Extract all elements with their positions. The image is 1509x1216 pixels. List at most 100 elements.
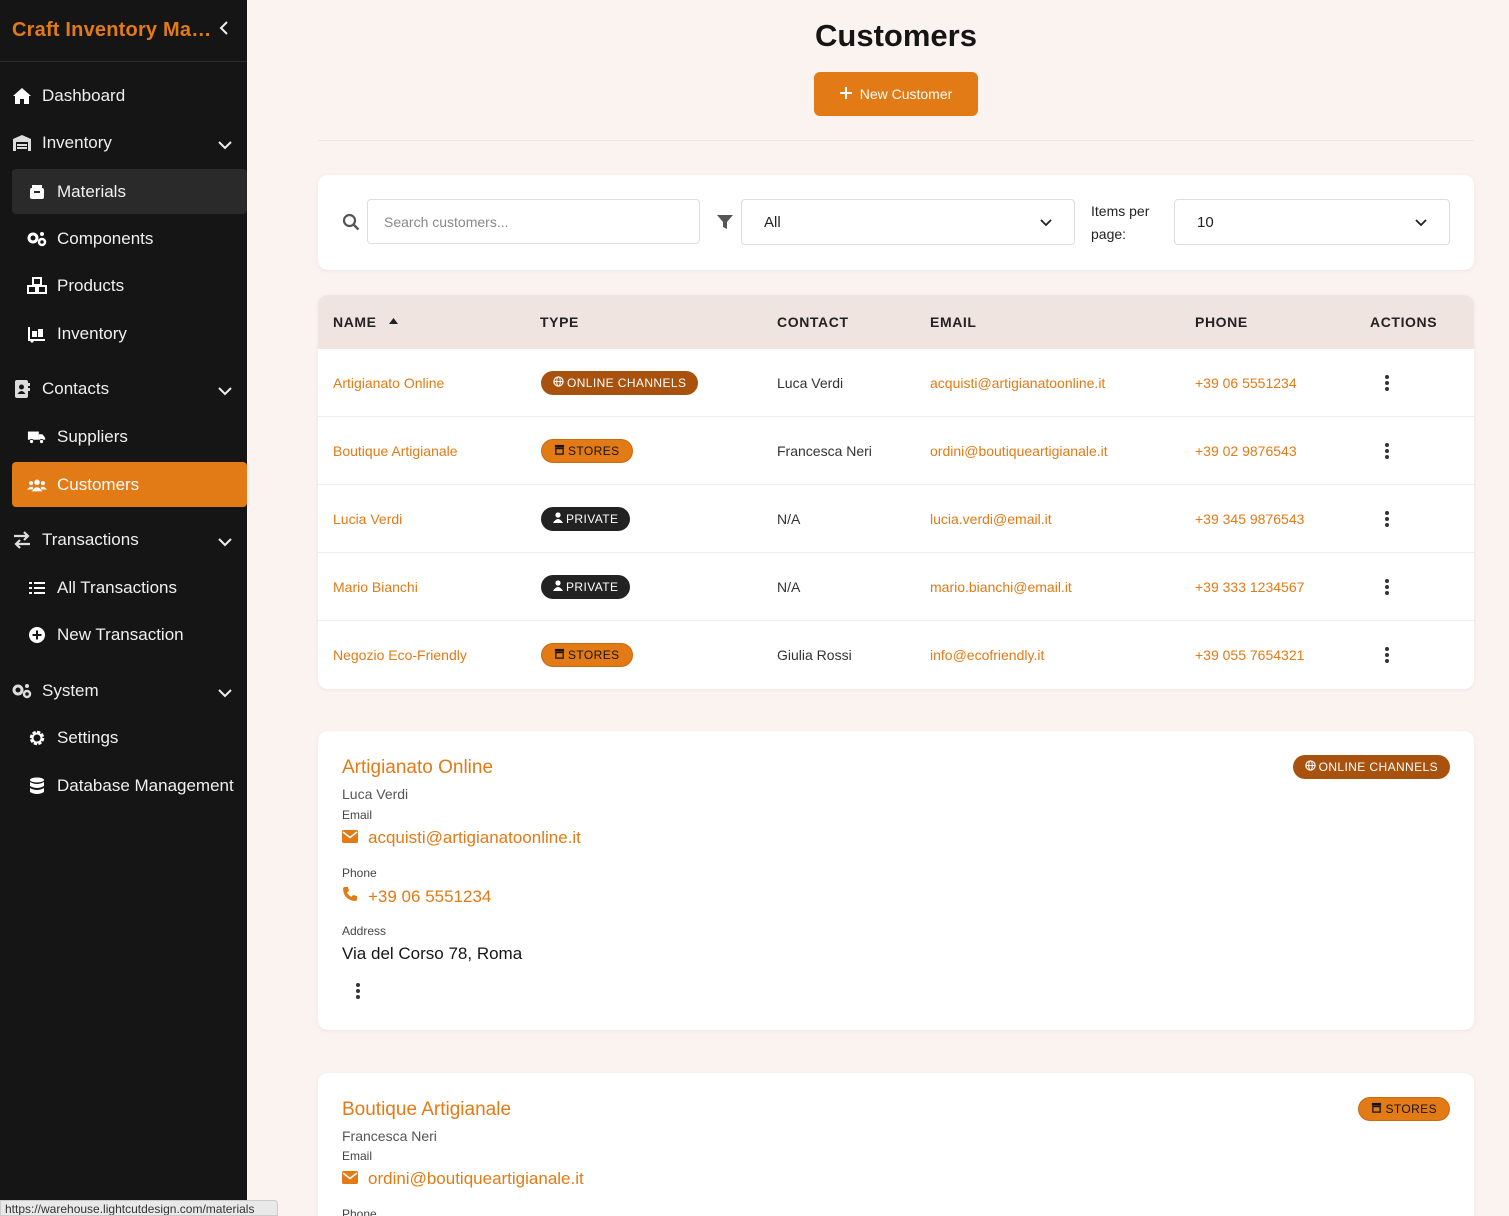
- sidebar-item-label: Components: [57, 228, 154, 248]
- contact-cell: Francesca Neri: [777, 443, 872, 459]
- user-icon: [553, 512, 563, 526]
- sidebar-item-label: Database Management: [57, 775, 234, 795]
- chevron-left-icon[interactable]: [219, 20, 229, 41]
- phone-label: Phone: [342, 866, 377, 880]
- card-email-link[interactable]: ordini@boutiqueartigianale.it: [368, 1169, 584, 1189]
- sidebar-item-label: Inventory: [57, 323, 127, 343]
- customer-name-link[interactable]: Mario Bianchi: [333, 579, 418, 595]
- header-contact[interactable]: CONTACT: [777, 314, 849, 330]
- more-vertical-icon[interactable]: [1383, 645, 1391, 665]
- status-url-tooltip: https://warehouse.lightcutdesign.com/mat…: [0, 1200, 278, 1216]
- header-type[interactable]: TYPE: [540, 314, 579, 330]
- type-badge-label: PRIVATE: [566, 512, 619, 526]
- sidebar: Craft Inventory Man... Dashboard Invento…: [0, 0, 247, 1216]
- sidebar-item-inventory[interactable]: Inventory: [12, 311, 247, 356]
- email-link[interactable]: ordini@boutiqueartigianale.it: [930, 443, 1108, 459]
- type-badge: ONLINE CHANNELS: [1292, 755, 1450, 779]
- sidebar-item-products[interactable]: Products: [12, 263, 247, 308]
- header-actions: ACTIONS: [1370, 314, 1438, 330]
- search-input[interactable]: Search customers...: [367, 199, 700, 244]
- sidebar-item-label: Suppliers: [57, 426, 128, 446]
- more-vertical-icon[interactable]: [1383, 509, 1391, 529]
- sidebar-item-database-management[interactable]: Database Management: [12, 763, 247, 808]
- header-phone[interactable]: PHONE: [1195, 314, 1248, 330]
- database-icon: [27, 776, 47, 796]
- customer-name-link[interactable]: Artigianato Online: [333, 375, 444, 391]
- type-badge: ONLINE CHANNELS: [541, 371, 699, 395]
- phone-link[interactable]: +39 06 5551234: [1195, 375, 1297, 391]
- email-link[interactable]: acquisti@artigianatoonline.it: [930, 375, 1105, 391]
- sidebar-item-new-transaction[interactable]: New Transaction: [12, 612, 247, 657]
- sort-asc-icon: [389, 311, 399, 327]
- customer-name-link[interactable]: Boutique Artigianale: [333, 443, 458, 459]
- phone-link[interactable]: +39 055 7654321: [1195, 647, 1304, 663]
- email-link[interactable]: lucia.verdi@email.it: [930, 511, 1052, 527]
- sidebar-group-transactions[interactable]: Transactions: [12, 520, 247, 560]
- phone-label: Phone: [342, 1207, 377, 1216]
- truck-icon: [27, 427, 47, 447]
- sidebar-item-label: Materials: [57, 181, 126, 201]
- filter-icon: [716, 213, 734, 236]
- cubes-icon: [27, 276, 47, 296]
- more-vertical-icon[interactable]: [1383, 441, 1391, 461]
- type-filter-value: All: [764, 213, 781, 231]
- store-icon: [1371, 1102, 1382, 1116]
- customer-name-link[interactable]: Negozio Eco-Friendly: [333, 647, 467, 663]
- card-phone: +39 06 5551234: [342, 886, 491, 907]
- phone-icon: [342, 886, 358, 907]
- phone-link[interactable]: +39 333 1234567: [1195, 579, 1304, 595]
- more-vertical-icon[interactable]: [1383, 373, 1391, 393]
- sidebar-item-all-transactions[interactable]: All Transactions: [12, 565, 247, 610]
- card-customer-name[interactable]: Boutique Artigianale: [342, 1099, 511, 1121]
- sidebar-group-label: Transactions: [42, 530, 139, 549]
- items-per-page-value: 10: [1197, 213, 1214, 231]
- card-customer-name[interactable]: Artigianato Online: [342, 757, 493, 779]
- customer-card: Boutique Artigianale STORES Francesca Ne…: [318, 1073, 1474, 1216]
- type-badge: PRIVATE: [541, 507, 631, 531]
- exchange-icon: [12, 530, 32, 550]
- header-email[interactable]: EMAIL: [930, 314, 977, 330]
- sidebar-group-system[interactable]: System: [12, 671, 247, 711]
- header-name[interactable]: NAME: [333, 311, 399, 330]
- page-title: Customers: [815, 18, 977, 53]
- users-icon: [27, 475, 47, 495]
- phone-link[interactable]: +39 345 9876543: [1195, 511, 1304, 527]
- box-icon: [27, 182, 47, 202]
- sidebar-item-settings[interactable]: Settings: [12, 715, 247, 760]
- sidebar-group-contacts[interactable]: Contacts: [12, 369, 247, 409]
- more-vertical-icon[interactable]: [1383, 577, 1391, 597]
- sidebar-header: Craft Inventory Man...: [0, 0, 247, 62]
- gears-icon: [12, 681, 32, 701]
- sidebar-item-label: Customers: [57, 474, 140, 494]
- contact-cell: Luca Verdi: [777, 375, 844, 391]
- items-per-page-select[interactable]: 10: [1174, 199, 1450, 245]
- header-name-label: NAME: [333, 314, 377, 330]
- email-label: Email: [342, 1149, 373, 1163]
- type-badge: STORES: [1358, 1097, 1450, 1121]
- filter-bar: Search customers... All Items per page: …: [318, 175, 1474, 270]
- card-phone-link[interactable]: +39 06 5551234: [368, 887, 491, 907]
- new-customer-button[interactable]: New Customer: [814, 72, 978, 116]
- email-link[interactable]: info@ecofriendly.it: [930, 647, 1044, 663]
- sidebar-item-materials[interactable]: Materials: [12, 169, 247, 214]
- customer-name-link[interactable]: Lucia Verdi: [333, 511, 402, 527]
- sidebar-group-inventory[interactable]: Inventory: [12, 123, 247, 163]
- sidebar-item-customers[interactable]: Customers: [12, 462, 247, 507]
- more-vertical-icon[interactable]: [354, 981, 362, 1001]
- card-email-link[interactable]: acquisti@artigianatoonline.it: [368, 828, 581, 848]
- dolly-icon: [27, 324, 47, 344]
- home-icon: [12, 86, 32, 106]
- sidebar-item-components[interactable]: Components: [12, 216, 247, 261]
- type-badge-label: STORES: [568, 648, 620, 662]
- chevron-down-icon: [1040, 214, 1052, 231]
- sidebar-item-suppliers[interactable]: Suppliers: [12, 414, 247, 459]
- email-link[interactable]: mario.bianchi@email.it: [930, 579, 1072, 595]
- app-title: Craft Inventory Man...: [12, 19, 212, 41]
- card-contact: Luca Verdi: [342, 786, 409, 802]
- plus-circle-icon: [27, 625, 47, 645]
- card-contact: Francesca Neri: [342, 1128, 437, 1144]
- type-badge-label: PRIVATE: [566, 580, 619, 594]
- phone-link[interactable]: +39 02 9876543: [1195, 443, 1297, 459]
- sidebar-item-dashboard[interactable]: Dashboard: [12, 76, 247, 116]
- type-filter-select[interactable]: All: [741, 199, 1075, 245]
